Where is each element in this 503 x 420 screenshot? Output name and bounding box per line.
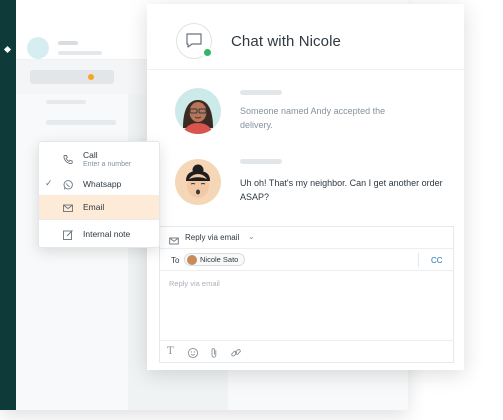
note-icon xyxy=(62,228,74,240)
recipient-row: To Nicole Sato CC xyxy=(160,249,453,271)
cc-button[interactable]: CC xyxy=(431,256,443,265)
check-icon: ✓ xyxy=(45,178,53,188)
mail-icon xyxy=(169,233,179,245)
whatsapp-icon xyxy=(62,178,74,190)
to-label: To xyxy=(171,256,180,265)
menu-item-text: Email xyxy=(83,202,104,212)
menu-item-sublabel: Enter a number xyxy=(83,161,132,168)
text-format-icon[interactable]: T xyxy=(167,346,179,358)
reply-composer: Reply via email ⌄ To Nicole Sato CC Repl… xyxy=(159,226,454,363)
stage: Call Enter a number ✓ Whatsapp Email Int… xyxy=(0,0,503,420)
menu-item-text: Call Enter a number xyxy=(83,150,131,169)
menu-item-email[interactable]: Email xyxy=(39,195,159,219)
menu-item-text: Internal note xyxy=(83,229,130,239)
message-text: Someone named Andy accepted the delivery… xyxy=(240,106,386,130)
background-avatar xyxy=(27,37,49,59)
avatar xyxy=(187,255,197,265)
menu-item-internal-note[interactable]: Internal note xyxy=(39,223,159,245)
status-dot xyxy=(88,74,94,80)
menu-item-call[interactable]: Call Enter a number xyxy=(39,147,159,171)
chat-window: Chat with Nicole Someone named Andy acce… xyxy=(147,4,464,370)
message-text: Uh oh! That's my neighbor. Can I get ano… xyxy=(240,178,443,202)
avatar xyxy=(175,88,221,134)
menu-divider xyxy=(39,219,159,220)
chevron-down-icon[interactable]: ⌄ xyxy=(248,232,255,241)
recipient-name: Nicole Sato xyxy=(200,255,239,264)
phone-icon xyxy=(62,153,74,165)
channel-menu: Call Enter a number ✓ Whatsapp Email Int… xyxy=(38,141,160,248)
nav-rail-marker xyxy=(3,45,12,54)
emoji-icon[interactable] xyxy=(187,346,199,359)
reply-mode-row: Reply via email ⌄ xyxy=(160,227,453,249)
link-icon[interactable] xyxy=(230,346,242,358)
menu-item-label: Whatsapp xyxy=(83,179,122,189)
menu-item-label: Call xyxy=(83,150,98,160)
menu-item-whatsapp[interactable]: ✓ Whatsapp xyxy=(39,173,159,195)
background-sub-placeholder xyxy=(58,51,102,55)
reply-mode-dropdown[interactable]: Reply via email xyxy=(185,233,239,242)
avatar xyxy=(175,159,221,205)
sender-name-placeholder xyxy=(240,90,282,95)
background-row-placeholder xyxy=(46,120,116,125)
background-name-placeholder xyxy=(58,41,78,45)
chat-title: Chat with Nicole xyxy=(231,33,341,50)
divider xyxy=(418,253,419,267)
sender-name-placeholder xyxy=(240,159,282,164)
reply-input[interactable]: Reply via email xyxy=(169,279,220,288)
composer-toolbar: T xyxy=(160,340,453,362)
nav-rail xyxy=(0,0,16,410)
menu-item-text: Whatsapp xyxy=(83,179,121,189)
mail-icon xyxy=(62,201,74,213)
recipient-chip[interactable]: Nicole Sato xyxy=(184,253,246,266)
menu-item-label: Email xyxy=(83,202,105,212)
online-status-dot xyxy=(202,47,213,58)
background-row-placeholder xyxy=(46,100,86,104)
menu-item-label: Internal note xyxy=(83,229,131,239)
attachment-icon[interactable] xyxy=(208,346,220,358)
background-status-pill[interactable] xyxy=(30,70,114,84)
chat-header: Chat with Nicole xyxy=(147,4,464,70)
